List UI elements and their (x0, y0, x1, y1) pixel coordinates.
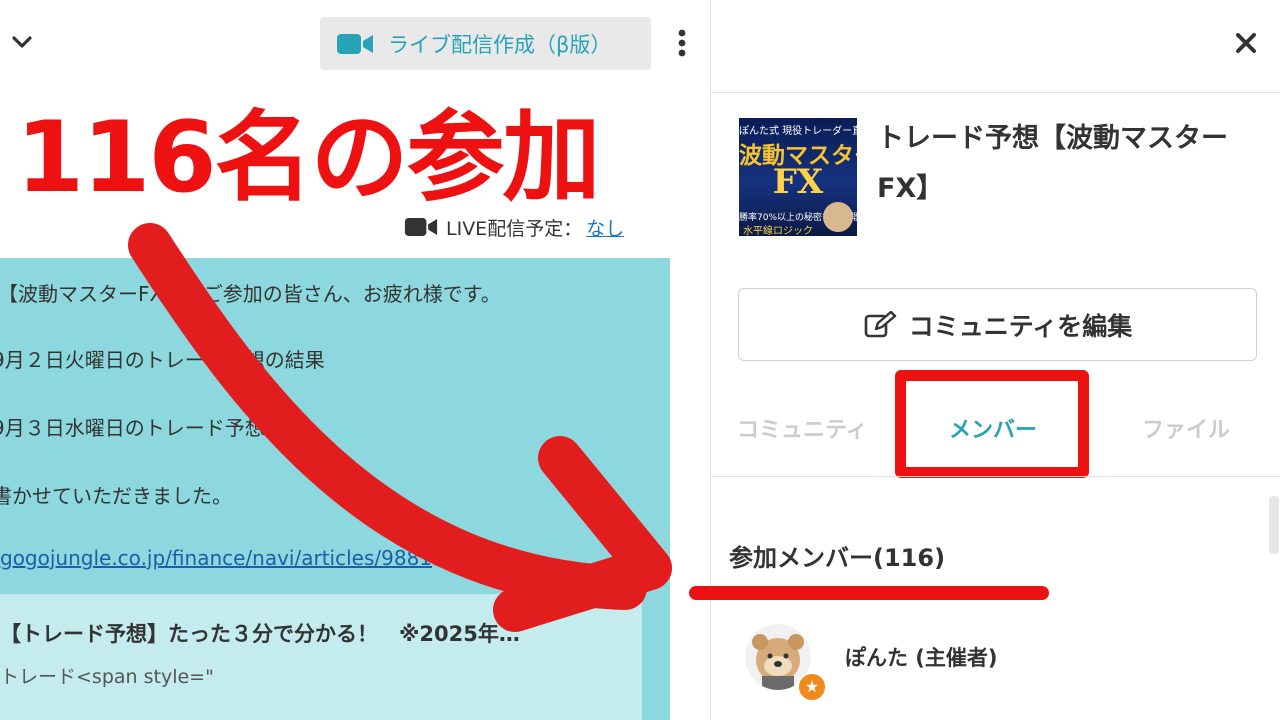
annotation-underline (689, 586, 1049, 600)
article-link[interactable]: gogojungle.co.jp/finance/navi/articles/9… (0, 546, 432, 570)
annotation-highlight-box (895, 370, 1089, 478)
tab-community[interactable]: コミュニティ (737, 412, 868, 444)
edit-community-label: コミュニティを編集 (908, 311, 1133, 341)
video-camera-icon (337, 33, 373, 54)
message-bubble: 【波動マスターFX】にご参加の皆さん、お疲れ様です。 9月２日火曜日のトレード予… (0, 258, 670, 720)
thumbnail-logic: 水平線ロジック (743, 226, 813, 236)
thumbnail-fx: FX (772, 162, 824, 202)
message-line: 【波動マスターFX】にご参加の皆さん、お疲れ様です。 (0, 282, 501, 306)
edit-icon (864, 310, 896, 337)
mascot-icon (823, 202, 853, 232)
community-title: トレード予想【波動マスターFX】 (877, 123, 1228, 204)
link-preview-card[interactable]: 【トレード予想】たった３分で分かる！ ※2025年… トレード<span sty… (0, 594, 642, 720)
link-preview-snippet: トレード<span style=" (0, 666, 214, 688)
chevron-down-icon[interactable] (10, 30, 34, 54)
edit-community-button[interactable]: コミュニティを編集 (738, 288, 1257, 361)
member-name[interactable]: ぽんた (主催者) (845, 642, 998, 672)
community-sidebar: ぽんた式 現役トレーダー直伝！ 波動マスター FX 勝率70%以上の秘密を大公開… (689, 0, 1280, 720)
tab-files[interactable]: ファイル (1142, 412, 1230, 444)
message-line: 9月３日水曜日のトレード予想 (0, 416, 265, 440)
message-line: 9月２日火曜日のトレード予想の結果 (0, 348, 325, 372)
divider (711, 476, 1280, 477)
organizer-star-icon: ★ (797, 672, 827, 702)
annotation-headline: 116名の参加 (16, 101, 601, 215)
create-live-stream-button[interactable]: ライブ配信作成（β版） (320, 17, 651, 70)
chat-panel: ライブ配信作成（β版） LIVE配信予定： なし 【波動マスターFX】にご参加の… (0, 0, 710, 720)
thumbnail-caption: ぽんた式 現役トレーダー直伝！ (739, 126, 857, 137)
chat-toolbar: ライブ配信作成（β版） (0, 0, 710, 85)
divider (711, 92, 1280, 93)
member-count-heading: 参加メンバー(116) (729, 544, 946, 572)
create-live-stream-label: ライブ配信作成（β版） (388, 32, 612, 57)
link-preview-title: 【トレード予想】たった３分で分かる！ ※2025年… (0, 622, 520, 646)
scrollbar-thumb[interactable] (1269, 496, 1279, 554)
community-thumbnail: ぽんた式 現役トレーダー直伝！ 波動マスター FX 勝率70%以上の秘密を大公開… (739, 118, 857, 236)
more-options-icon[interactable] (673, 28, 691, 58)
message-line: 書かせていただきました。 (0, 484, 232, 508)
close-icon[interactable] (1234, 31, 1258, 55)
